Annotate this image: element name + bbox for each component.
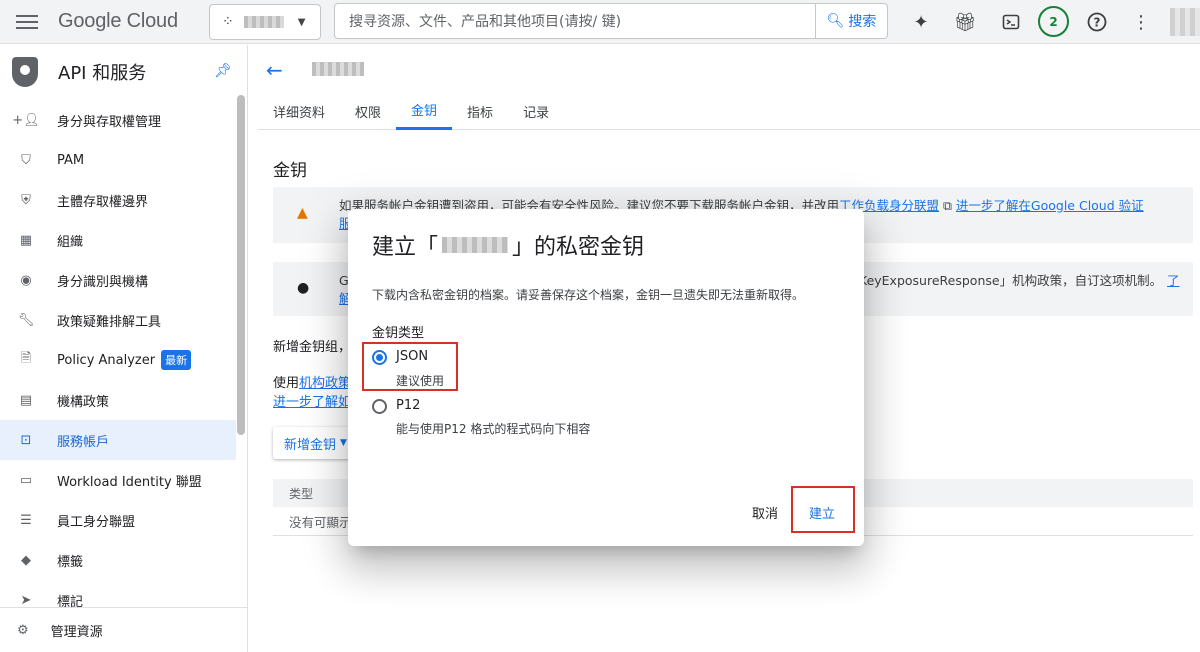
dialog-title: 建立「 」的私密金钥 [372,235,645,260]
create-button-highlight [791,486,855,533]
dialog-description: 下载内含私密金钥的档案。请妥善保存这个档案，金钥一旦遗失即无法重新取得。 [372,288,805,302]
p12-option-label[interactable]: P12 [396,398,420,413]
service-account-name-redacted [442,237,509,253]
cancel-button[interactable]: 取消 [752,503,778,522]
p12-option-sub: 能与使用P12 格式的程式码向下相容 [396,422,591,436]
key-type-label: 金钥类型 [372,326,425,341]
p12-radio[interactable] [372,399,387,414]
json-option-highlight [362,342,458,391]
